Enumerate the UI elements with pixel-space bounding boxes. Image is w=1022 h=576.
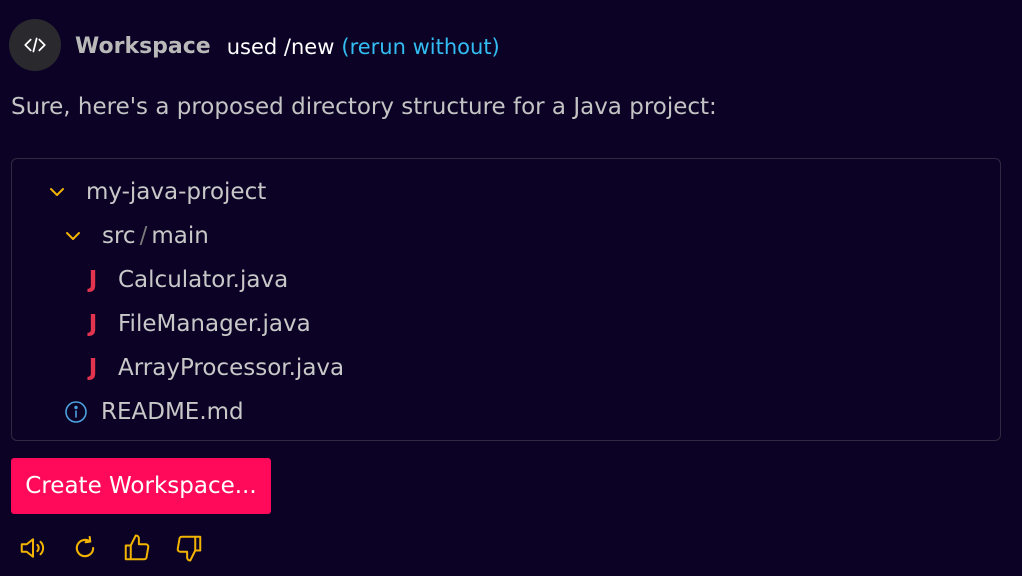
chevron-down-icon — [46, 181, 68, 203]
refresh-icon[interactable] — [69, 532, 101, 564]
rerun-without-link[interactable]: (rerun without) — [341, 35, 499, 59]
file-label: FileManager.java — [118, 311, 311, 337]
file-label: ArrayProcessor.java — [118, 355, 345, 381]
tree-file-readme[interactable]: README.md — [63, 392, 244, 432]
code-icon — [24, 37, 46, 53]
file-tree: my-java-project src / main J Calculator.… — [11, 158, 1001, 441]
file-label: README.md — [101, 399, 244, 425]
tree-file-arrayprocessor[interactable]: J ArrayProcessor.java — [82, 348, 344, 388]
speaker-icon[interactable] — [17, 532, 49, 564]
thumbs-down-icon[interactable] — [173, 532, 205, 564]
command-used-text: used /new — [226, 34, 335, 59]
java-file-icon: J — [88, 267, 98, 293]
message-actions — [17, 532, 225, 564]
folder-parent-label: src — [102, 223, 136, 249]
path-separator: / — [139, 223, 148, 249]
message-intro: Sure, here's a proposed directory struct… — [11, 94, 717, 120]
tree-file-filemanager[interactable]: J FileManager.java — [82, 304, 311, 344]
message-header: Workspace used /new (rerun without) — [9, 19, 500, 71]
info-icon — [63, 399, 89, 425]
java-file-icon: J — [88, 311, 98, 337]
java-file-icon: J — [88, 355, 98, 381]
thumbs-up-icon[interactable] — [121, 532, 153, 564]
chevron-down-icon — [62, 225, 84, 247]
agent-avatar — [9, 19, 61, 71]
tree-root-folder[interactable]: my-java-project — [46, 172, 266, 212]
tree-root-label: my-java-project — [86, 179, 267, 205]
tree-file-calculator[interactable]: J Calculator.java — [82, 260, 288, 300]
folder-child-label: main — [151, 223, 209, 249]
file-label: Calculator.java — [118, 267, 289, 293]
agent-name: Workspace — [75, 34, 211, 59]
tree-folder-src-main[interactable]: src / main — [62, 216, 209, 256]
create-workspace-button[interactable]: Create Workspace... — [11, 458, 271, 514]
